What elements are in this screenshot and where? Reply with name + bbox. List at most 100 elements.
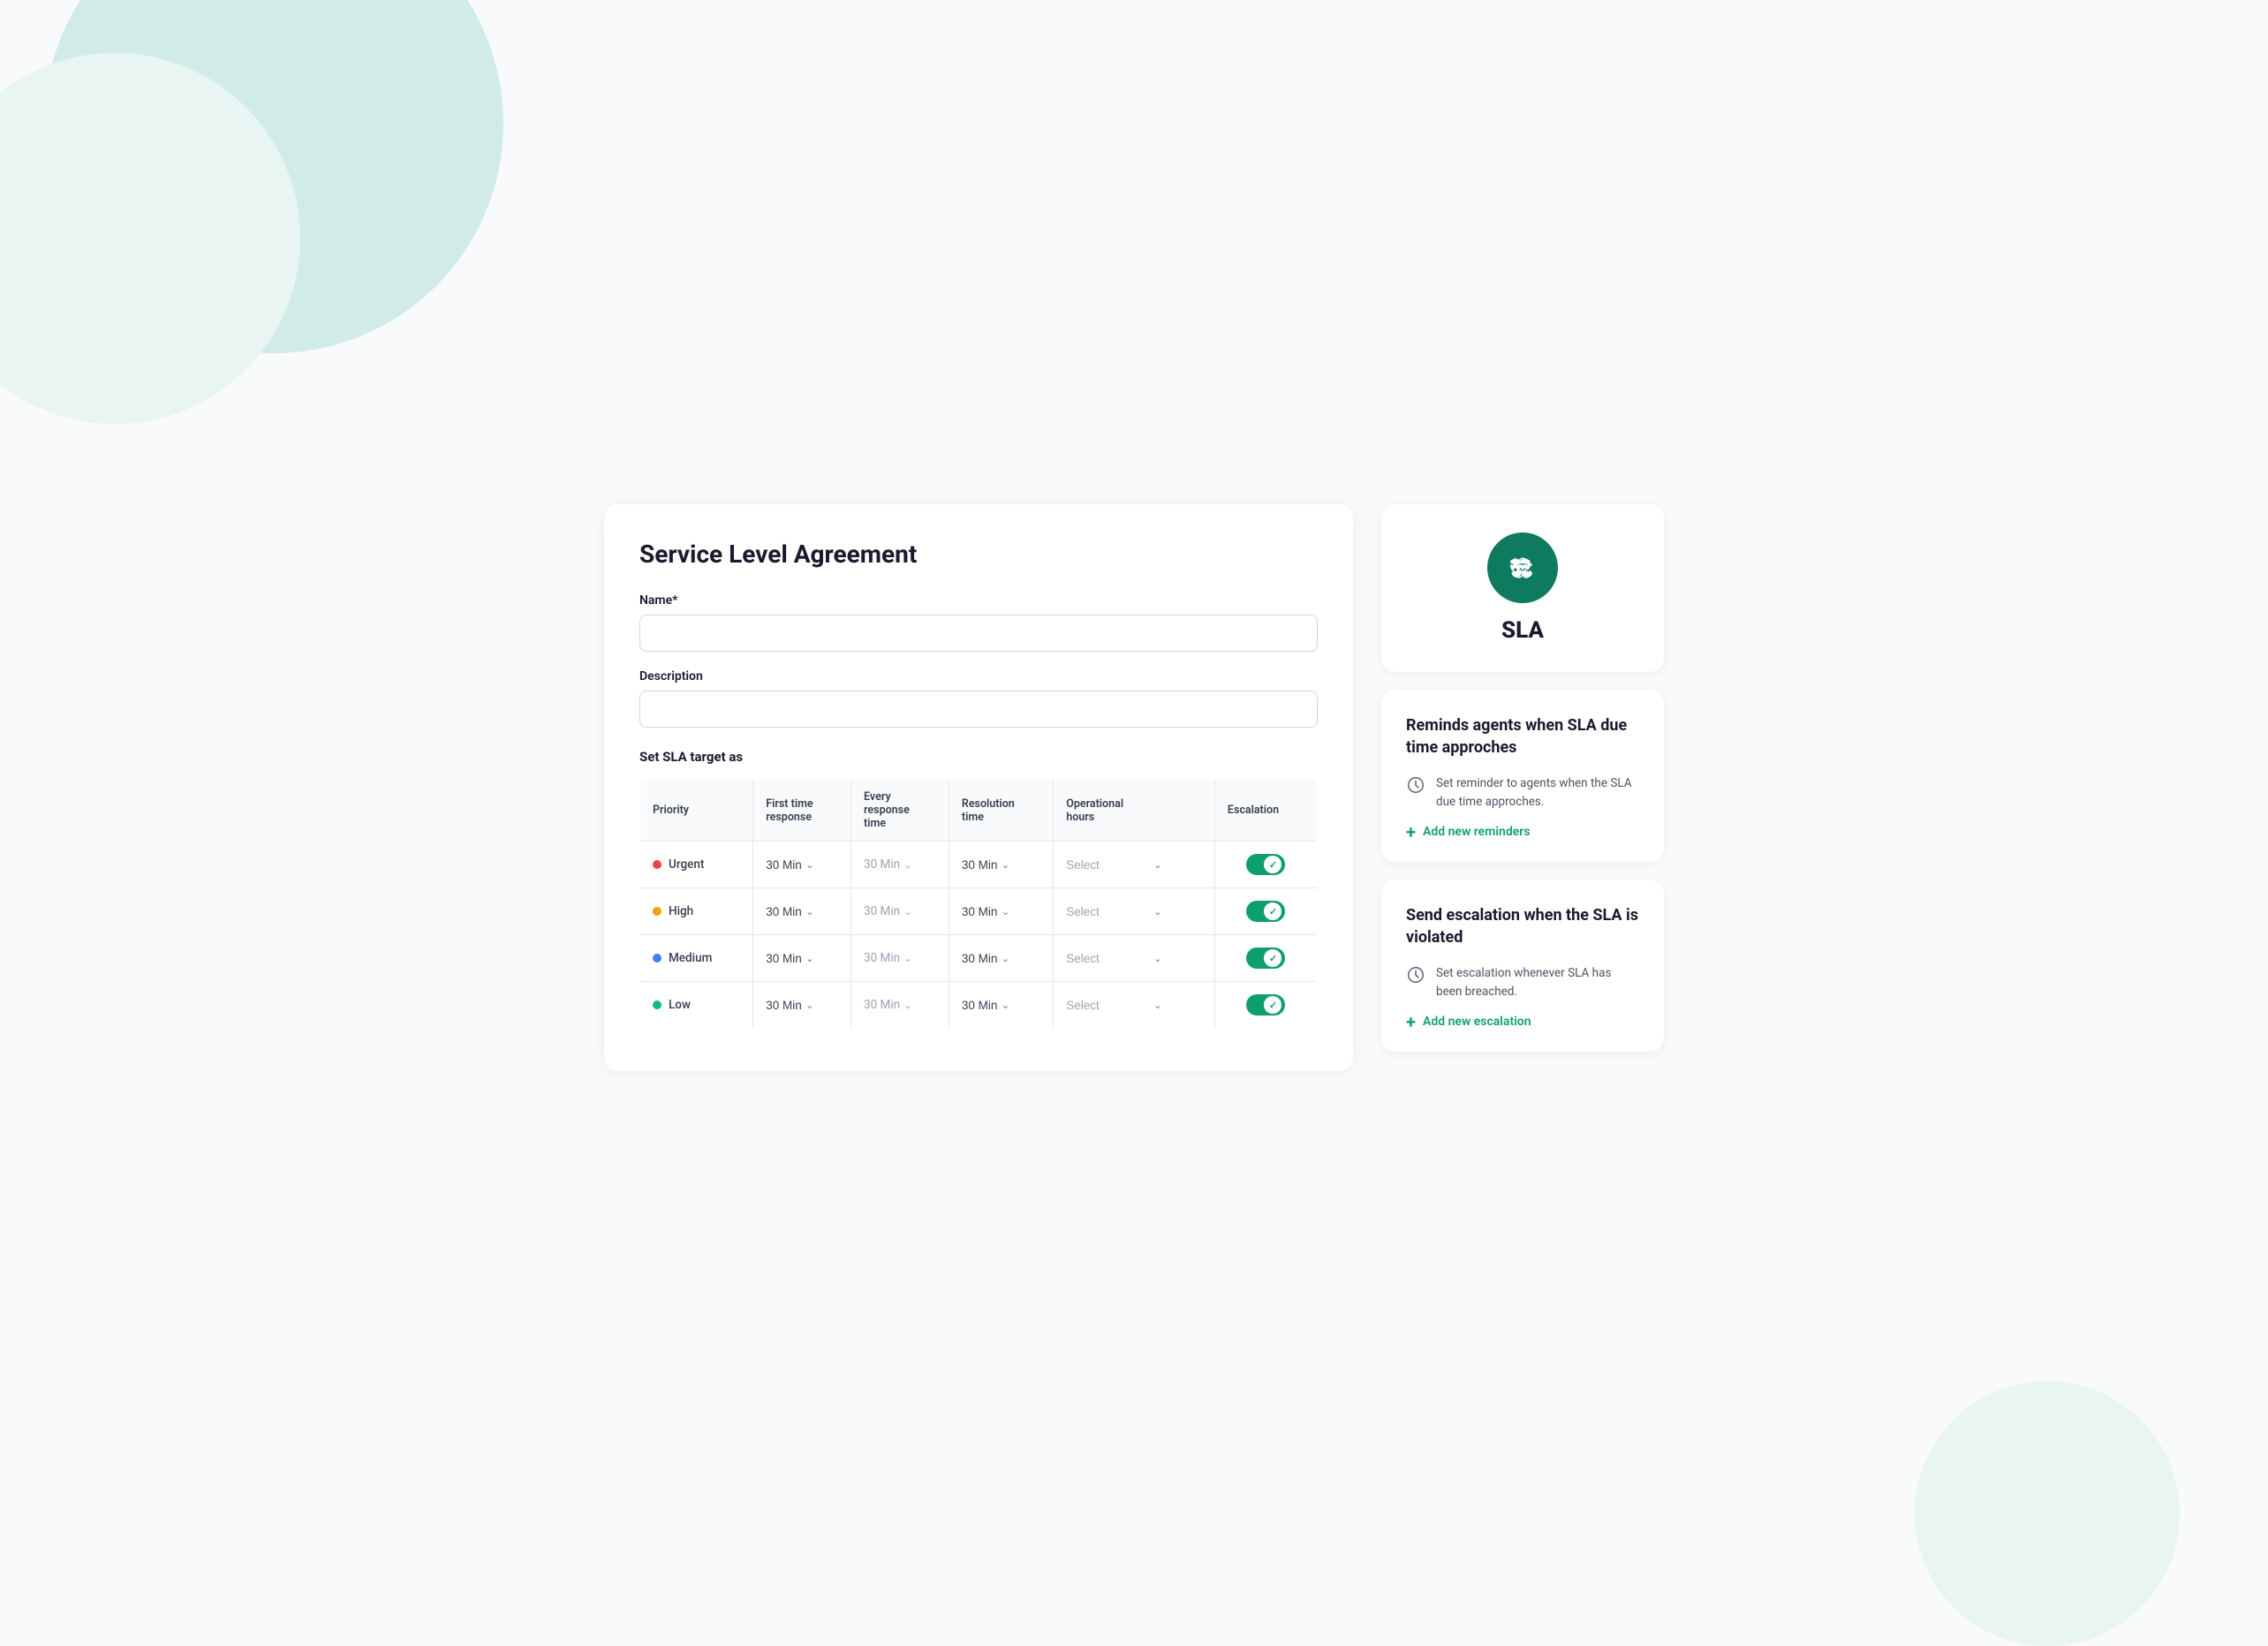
every-response-value: 30 Min <box>864 857 900 872</box>
sla-icon-card: SLA <box>1381 504 1664 672</box>
first-response-cell[interactable]: 30 Min15 Min1 Hr ⌄ <box>753 935 851 982</box>
priority-label: Medium <box>669 951 712 965</box>
first-response-select[interactable]: 30 Min15 Min1 Hr <box>766 952 802 965</box>
first-response-cell[interactable]: 30 Min15 Min1 Hr ⌄ <box>753 842 851 888</box>
chevron-down-icon: ⌄ <box>805 953 813 964</box>
left-panel: Service Level Agreement Name* Descriptio… <box>604 504 1353 1071</box>
col-operational: Operationalhours <box>1054 780 1215 842</box>
chevron-down-icon: ⌄ <box>805 906 813 917</box>
escalation-cell[interactable]: ✓ <box>1214 842 1317 888</box>
sla-icon-circle <box>1487 532 1558 603</box>
col-every-response: Everyresponsetime <box>851 780 949 842</box>
escalation-toggle[interactable]: ✓ <box>1246 948 1285 969</box>
first-response-select[interactable]: 30 Min15 Min1 Hr <box>766 858 802 872</box>
priority-cell: High <box>640 888 753 935</box>
plus-icon: + <box>1406 823 1416 841</box>
bg-decoration-bottom-right <box>1915 1381 2180 1646</box>
escalation-card: Send escalation when the SLA is violated… <box>1381 880 1664 1052</box>
operational-select[interactable]: Select 24/7Business Hours <box>1066 858 1150 872</box>
every-response-value: 30 Min <box>864 951 900 965</box>
escalation-cell[interactable]: ✓ <box>1214 888 1317 935</box>
chevron-down-icon-3: ⌄ <box>1002 859 1009 871</box>
chevron-down-icon-2: ⌄ <box>903 1000 911 1011</box>
priority-cell: Medium <box>640 935 753 982</box>
chevron-down-icon-2: ⌄ <box>903 906 911 917</box>
chevron-down-icon-3: ⌄ <box>1002 953 1009 964</box>
resolution-cell[interactable]: 30 Min15 Min1 Hr ⌄ <box>949 935 1053 982</box>
add-escalation-link[interactable]: + Add new escalation <box>1406 1013 1639 1031</box>
escalation-cell[interactable]: ✓ <box>1214 935 1317 982</box>
first-response-cell[interactable]: 30 Min15 Min1 Hr ⌄ <box>753 982 851 1029</box>
resolution-cell[interactable]: 30 Min15 Min1 Hr ⌄ <box>949 842 1053 888</box>
operational-cell[interactable]: Select 24/7Business Hours ⌄ <box>1054 888 1215 935</box>
first-response-select[interactable]: 30 Min15 Min1 Hr <box>766 905 802 918</box>
chevron-down-icon-3: ⌄ <box>1002 906 1009 917</box>
every-response-value: 30 Min <box>864 904 900 918</box>
clock-icon-2 <box>1406 965 1425 985</box>
resolution-select[interactable]: 30 Min15 Min1 Hr <box>962 952 998 965</box>
toggle-knob: ✓ <box>1264 902 1281 920</box>
every-response-cell: 30 Min ⌄ <box>851 935 949 982</box>
priority-dot <box>653 954 662 963</box>
chevron-down-icon-2: ⌄ <box>903 859 911 871</box>
reminders-title: Reminds agents when SLA due time approch… <box>1406 714 1639 759</box>
col-escalation: Escalation <box>1214 780 1317 842</box>
resolution-select[interactable]: 30 Min15 Min1 Hr <box>962 905 998 918</box>
name-input[interactable] <box>639 615 1318 652</box>
sla-table: Priority First timeresponse Everyrespons… <box>639 779 1318 1029</box>
table-row: Medium 30 Min15 Min1 Hr ⌄ 30 Min ⌄ 30 Mi… <box>640 935 1318 982</box>
escalation-toggle[interactable]: ✓ <box>1246 901 1285 922</box>
clock-icon <box>1406 775 1425 795</box>
handshake-icon <box>1503 548 1542 587</box>
every-response-cell: 30 Min ⌄ <box>851 888 949 935</box>
chevron-down-icon: ⌄ <box>805 1000 813 1011</box>
sla-section-label: Set SLA target as <box>639 749 1318 765</box>
escalation-info-item: Set escalation whenever SLA has been bre… <box>1406 964 1639 1000</box>
chevron-down-icon-4: ⌄ <box>1153 859 1161 871</box>
priority-label: High <box>669 904 693 918</box>
add-reminders-link[interactable]: + Add new reminders <box>1406 823 1639 841</box>
operational-select[interactable]: Select 24/7Business Hours <box>1066 905 1150 918</box>
escalation-toggle[interactable]: ✓ <box>1246 994 1285 1016</box>
operational-cell[interactable]: Select 24/7Business Hours ⌄ <box>1054 982 1215 1029</box>
add-reminders-label: Add new reminders <box>1423 825 1530 839</box>
chevron-down-icon-4: ⌄ <box>1153 906 1161 917</box>
sla-label: SLA <box>1501 617 1544 644</box>
col-priority: Priority <box>640 780 753 842</box>
description-input[interactable] <box>639 691 1318 728</box>
first-response-select[interactable]: 30 Min15 Min1 Hr <box>766 999 802 1012</box>
resolution-select[interactable]: 30 Min15 Min1 Hr <box>962 858 998 872</box>
priority-label: Low <box>669 998 691 1012</box>
toggle-knob: ✓ <box>1264 996 1281 1014</box>
chevron-down-icon-2: ⌄ <box>903 953 911 964</box>
priority-cell: Low <box>640 982 753 1029</box>
every-response-cell: 30 Min ⌄ <box>851 842 949 888</box>
page-container: Service Level Agreement Name* Descriptio… <box>604 504 1664 1071</box>
escalation-toggle[interactable]: ✓ <box>1246 854 1285 875</box>
escalation-title: Send escalation when the SLA is violated <box>1406 904 1639 948</box>
chevron-down-icon: ⌄ <box>805 859 813 871</box>
operational-cell[interactable]: Select 24/7Business Hours ⌄ <box>1054 935 1215 982</box>
description-label: Description <box>639 669 1318 683</box>
every-response-value: 30 Min <box>864 998 900 1012</box>
reminders-card: Reminds agents when SLA due time approch… <box>1381 690 1664 862</box>
toggle-knob: ✓ <box>1264 856 1281 873</box>
operational-select[interactable]: Select 24/7Business Hours <box>1066 952 1150 965</box>
plus-icon-2: + <box>1406 1013 1416 1031</box>
priority-cell: Urgent <box>640 842 753 888</box>
table-row: High 30 Min15 Min1 Hr ⌄ 30 Min ⌄ 30 Min1… <box>640 888 1318 935</box>
name-label: Name* <box>639 593 1318 608</box>
first-response-cell[interactable]: 30 Min15 Min1 Hr ⌄ <box>753 888 851 935</box>
escalation-description: Set escalation whenever SLA has been bre… <box>1436 964 1639 1000</box>
priority-dot <box>653 860 662 869</box>
resolution-cell[interactable]: 30 Min15 Min1 Hr ⌄ <box>949 888 1053 935</box>
priority-dot <box>653 907 662 916</box>
operational-select[interactable]: Select 24/7Business Hours <box>1066 999 1150 1012</box>
col-first-response: First timeresponse <box>753 780 851 842</box>
operational-cell[interactable]: Select 24/7Business Hours ⌄ <box>1054 842 1215 888</box>
resolution-select[interactable]: 30 Min15 Min1 Hr <box>962 999 998 1012</box>
every-response-cell: 30 Min ⌄ <box>851 982 949 1029</box>
col-resolution: Resolutiontime <box>949 780 1053 842</box>
resolution-cell[interactable]: 30 Min15 Min1 Hr ⌄ <box>949 982 1053 1029</box>
escalation-cell[interactable]: ✓ <box>1214 982 1317 1029</box>
